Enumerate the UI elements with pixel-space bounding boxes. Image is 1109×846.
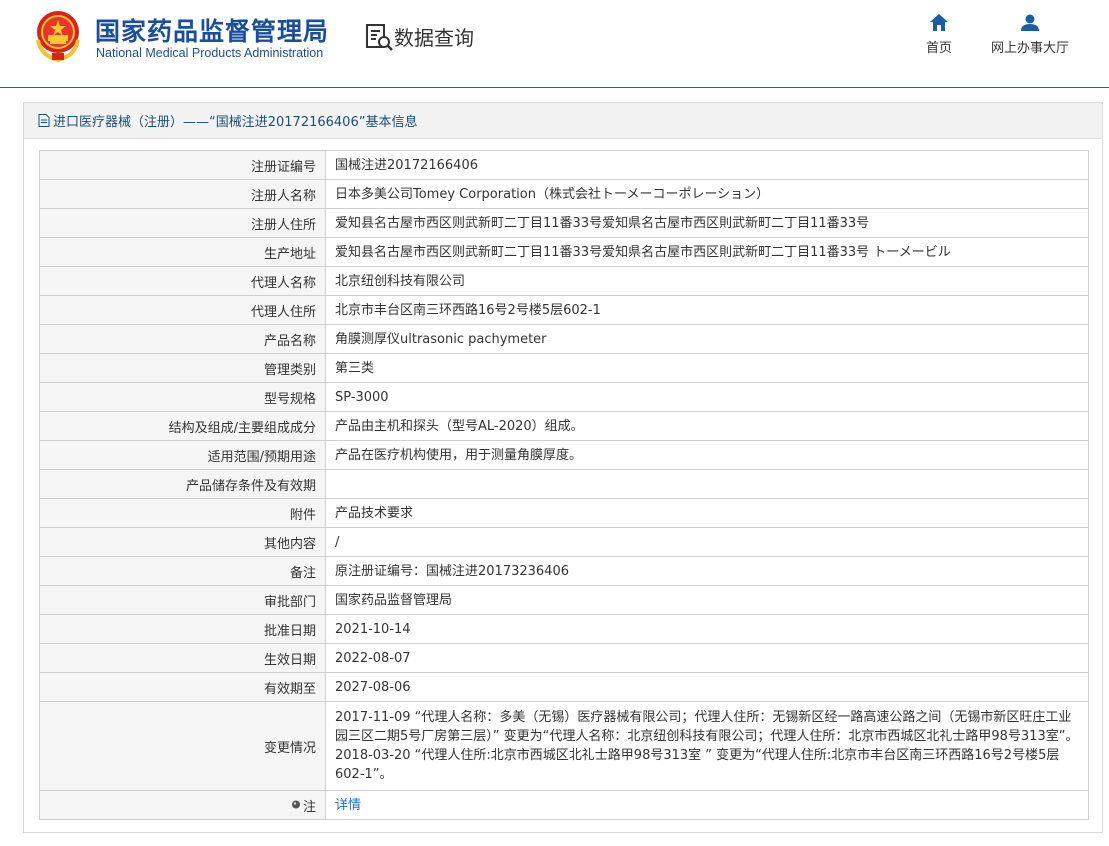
note-key: 注 — [302, 799, 316, 815]
field-label: 备注 — [39, 556, 326, 586]
table-row: 有效期至 2027-08-06 — [39, 672, 1089, 702]
field-value: 2021-10-14 — [325, 614, 1089, 644]
national-emblem-icon — [36, 11, 80, 62]
field-value: 国家药品监督管理局 — [325, 585, 1089, 615]
logo-title-en[interactable]: National Medical Products Administration — [96, 46, 323, 60]
field-label: 注册人住所 — [39, 208, 326, 238]
table-row-change: 变更情况 2017-11-09 “代理人名称：多美（无锡）医疗器械有限公司；代理… — [39, 701, 1089, 791]
field-value: 角膜测厚仪ultrasonic pachymeter — [325, 324, 1089, 354]
table-row-note: 注 详情 — [39, 790, 1089, 820]
field-label: 管理类别 — [39, 353, 326, 383]
site-header: 国家药品监督管理局 National Medical Products Admi… — [0, 0, 1109, 88]
table-row: 产品名称 角膜测厚仪ultrasonic pachymeter — [39, 324, 1089, 354]
table-row: 产品储存条件及有效期 — [39, 469, 1089, 499]
field-label: 有效期至 — [39, 672, 326, 702]
field-value: SP-3000 — [325, 382, 1089, 412]
field-label: 产品储存条件及有效期 — [39, 469, 326, 499]
field-label: 生效日期 — [39, 643, 326, 673]
table-row: 备注 原注册证编号：国械注进20173236406 — [39, 556, 1089, 586]
field-value: 爱知县名古屋市西区则武新町二丁目11番33号爱知県名古屋市西区則武新町二丁目11… — [325, 237, 1089, 267]
field-value: 原注册证编号：国械注进20173236406 — [325, 556, 1089, 586]
pin-icon — [291, 800, 300, 809]
field-value: 国械注进20172166406 — [325, 150, 1089, 180]
field-label: 附件 — [39, 498, 326, 528]
table-row: 型号规格 SP-3000 — [39, 382, 1089, 412]
data-query-icon — [366, 24, 393, 51]
table-row: 附件 产品技术要求 — [39, 498, 1089, 528]
panel-title: 进口医疗器械（注册）——“国械注进20172166406”基本信息 — [53, 115, 418, 130]
field-label: 代理人住所 — [39, 295, 326, 325]
field-value: 产品由主机和探头（型号AL-2020）组成。 — [325, 411, 1089, 441]
section-title: 数据查询 — [394, 26, 474, 50]
change-key: 变更情况 — [39, 701, 326, 791]
table-row: 管理类别 第三类 — [39, 353, 1089, 383]
info-table: 注册证编号 国械注进20172166406 注册人名称 日本多美公司Tomey Cor… — [39, 150, 1089, 820]
table-row: 适用范围/预期用途 产品在医疗机构使用，用于测量角膜厚度。 — [39, 440, 1089, 470]
field-value: 产品技术要求 — [325, 498, 1089, 528]
user-icon — [1021, 14, 1039, 31]
field-value: 第三类 — [325, 353, 1089, 383]
table-row: 代理人名称 北京纽创科技有限公司 — [39, 266, 1089, 296]
change-value: 2017-11-09 “代理人名称：多美（无锡）医疗器械有限公司；代理人住所：无… — [325, 701, 1089, 791]
field-label: 产品名称 — [39, 324, 326, 354]
field-label: 批准日期 — [39, 614, 326, 644]
table-row: 注册证编号 国械注进20172166406 — [39, 150, 1089, 180]
nav-hall-label: 网上办事大厅 — [990, 41, 1069, 56]
field-label: 生产地址 — [39, 237, 326, 267]
field-value: 产品在医疗机构使用，用于测量角膜厚度。 — [325, 440, 1089, 470]
home-icon — [930, 14, 948, 31]
field-value: 爱知县名古屋市西区则武新町二丁目11番33号爱知県名古屋市西区則武新町二丁目11… — [325, 208, 1089, 238]
field-label: 代理人名称 — [39, 266, 326, 296]
field-value: 日本多美公司Tomey Corporation（株式会社トーメーコーポレーション… — [325, 179, 1089, 209]
table-row: 注册人名称 日本多美公司Tomey Corporation（株式会社トーメーコーポ… — [39, 179, 1089, 209]
field-value: 2022-08-07 — [325, 643, 1089, 673]
table-row: 生产地址 爱知县名古屋市西区则武新町二丁目11番33号爱知県名古屋市西区則武新町二… — [39, 237, 1089, 267]
nav-home-label: 首页 — [925, 41, 952, 56]
logo-title-cn[interactable]: 国家药品监督管理局 — [95, 12, 329, 48]
table-row: 代理人住所 北京市丰台区南三环西路16号2号楼5层602-1 — [39, 295, 1089, 325]
table-row: 生效日期 2022-08-07 — [39, 643, 1089, 673]
field-label: 审批部门 — [39, 585, 326, 615]
field-value: / — [325, 527, 1089, 557]
table-row: 审批部门 国家药品监督管理局 — [39, 585, 1089, 615]
field-label: 型号规格 — [39, 382, 326, 412]
panel-header: 进口医疗器械（注册）——“国械注进20172166406”基本信息 — [24, 103, 1102, 139]
field-value: 2027-08-06 — [325, 672, 1089, 702]
document-icon — [38, 114, 50, 127]
field-value — [325, 469, 1089, 499]
field-label: 适用范围/预期用途 — [39, 440, 326, 470]
field-value: 北京纽创科技有限公司 — [325, 266, 1089, 296]
table-row: 其他内容 / — [39, 527, 1089, 557]
table-row: 批准日期 2021-10-14 — [39, 614, 1089, 644]
field-label: 结构及组成/主要组成成分 — [39, 411, 326, 441]
field-label: 其他内容 — [39, 527, 326, 557]
details-link[interactable]: 详情 — [335, 798, 361, 813]
table-row: 结构及组成/主要组成成分 产品由主机和探头（型号AL-2020）组成。 — [39, 411, 1089, 441]
detail-panel: 进口医疗器械（注册）——“国械注进20172166406”基本信息 注册证编号国… — [23, 102, 1103, 833]
nav-home[interactable]: 首页 — [918, 14, 960, 56]
nav-online-service-hall[interactable]: 网上办事大厅 — [988, 14, 1072, 56]
table-row: 注册人住所 爱知县名古屋市西区则武新町二丁目11番33号爱知県名古屋市西区則武新町… — [39, 208, 1089, 238]
field-label: 注册人名称 — [39, 179, 326, 209]
field-value: 北京市丰台区南三环西路16号2号楼5层602-1 — [325, 295, 1089, 325]
field-label: 注册证编号 — [39, 150, 326, 180]
